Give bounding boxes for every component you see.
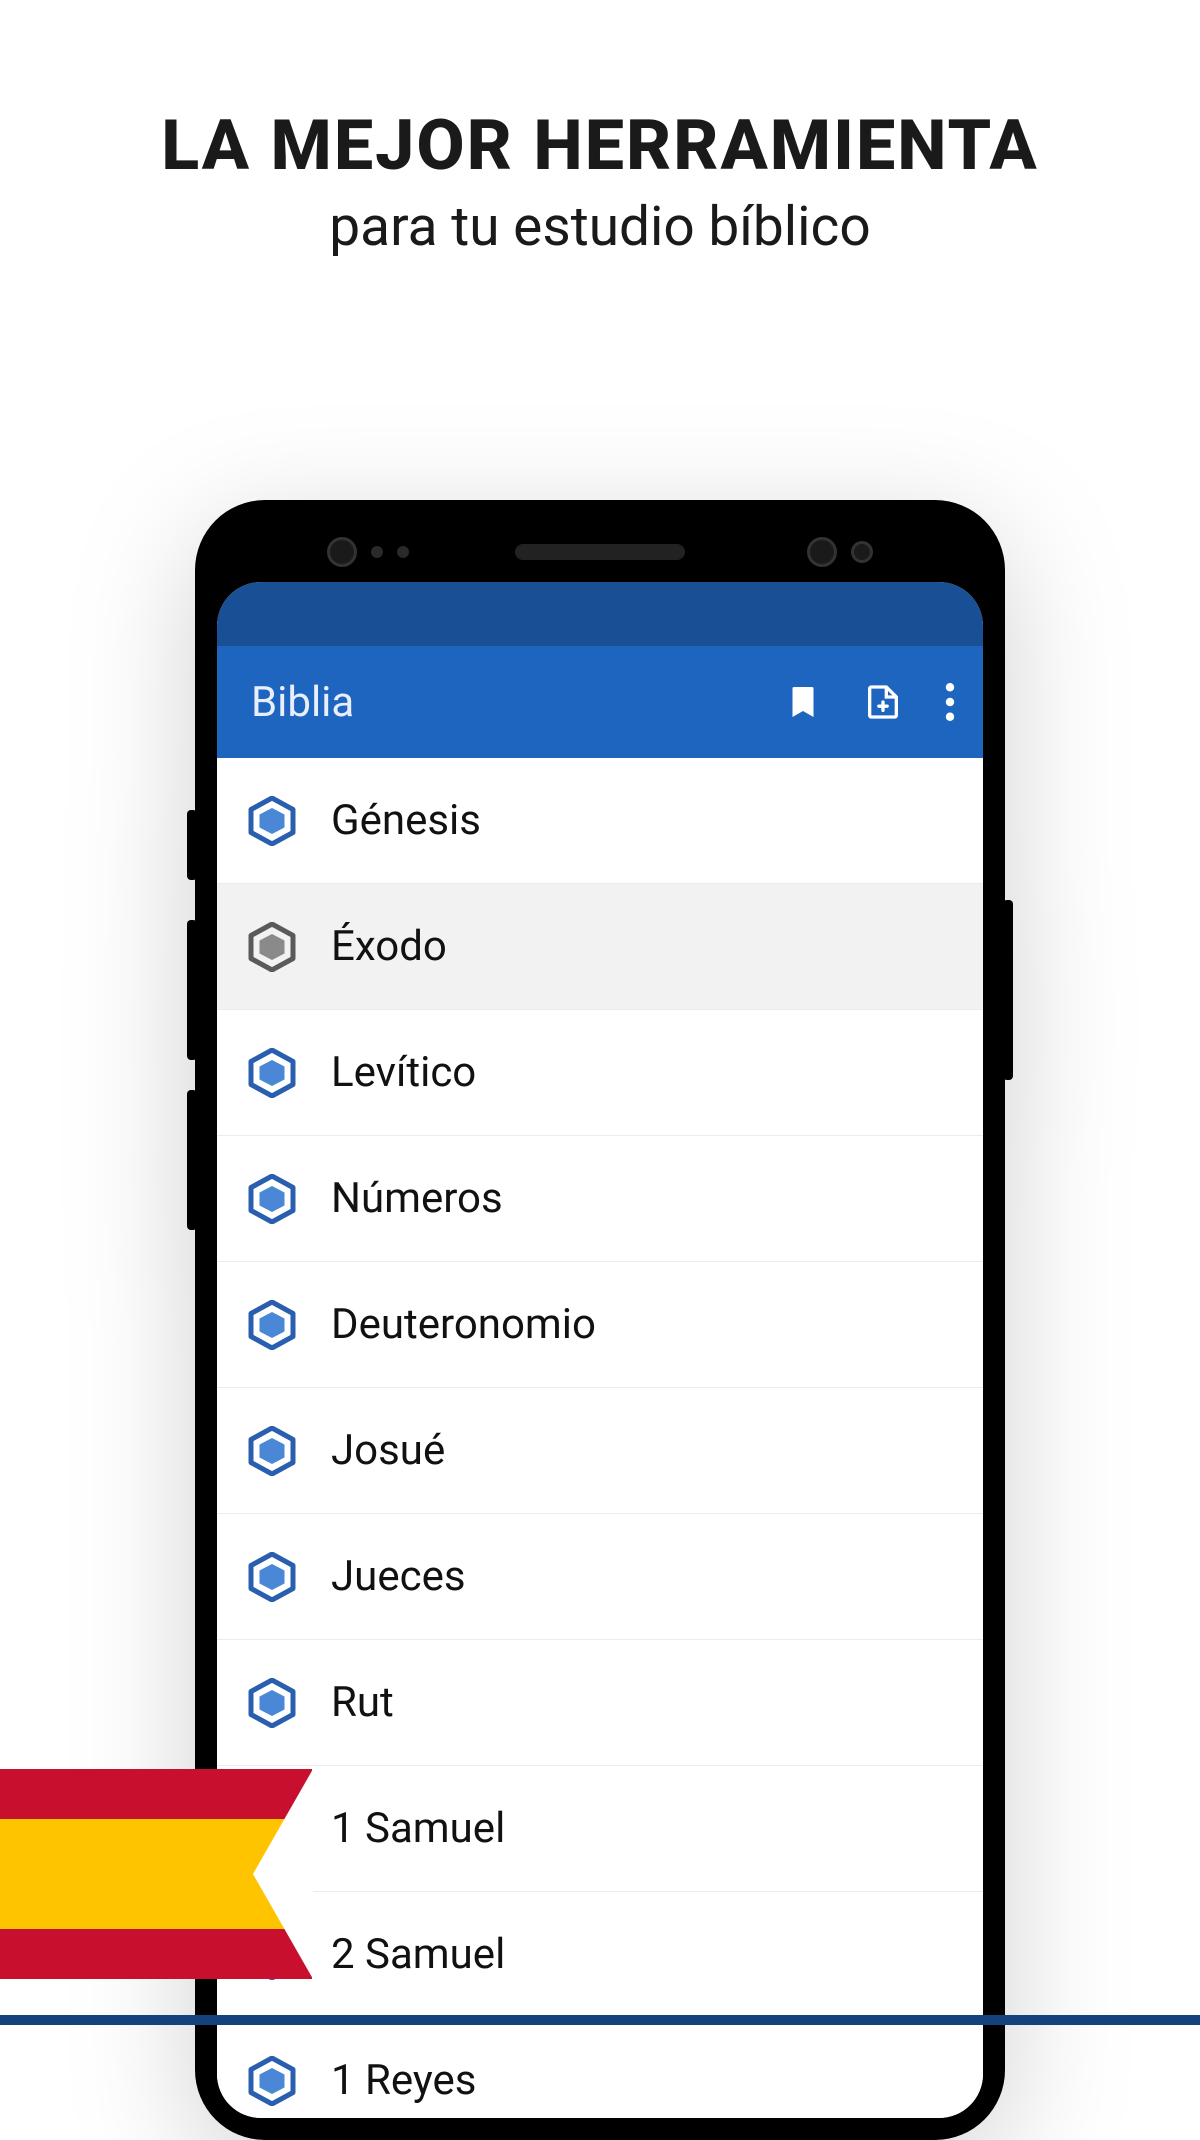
book-label: 2 Samuel bbox=[331, 1930, 505, 1979]
android-status-bar bbox=[217, 582, 983, 646]
list-item[interactable]: Génesis bbox=[217, 758, 983, 884]
hexagon-icon bbox=[247, 1552, 297, 1602]
book-label: Génesis bbox=[331, 796, 481, 845]
list-item[interactable]: 1 Samuel bbox=[217, 1766, 983, 1892]
list-item[interactable]: 1 Reyes bbox=[217, 2018, 983, 2118]
book-label: Josué bbox=[331, 1426, 445, 1475]
list-item[interactable]: 2 Samuel bbox=[217, 1892, 983, 2018]
headline-subtitle: para tu estudio bíblico bbox=[0, 195, 1200, 259]
book-label: Jueces bbox=[331, 1552, 466, 1601]
phone-mockup: Biblia Génesis Éxodo Levít bbox=[195, 500, 1005, 2140]
book-label: Levítico bbox=[331, 1048, 476, 1097]
book-label: Deuteronomio bbox=[331, 1300, 596, 1349]
list-item[interactable]: Deuteronomio bbox=[217, 1262, 983, 1388]
app-bar: Biblia bbox=[217, 646, 983, 758]
list-item[interactable]: Rut bbox=[217, 1640, 983, 1766]
promo-headline: LA MEJOR HERRAMIENTA para tu estudio bíb… bbox=[0, 105, 1200, 259]
book-label: Números bbox=[331, 1174, 503, 1223]
list-item[interactable]: Josué bbox=[217, 1388, 983, 1514]
phone-side-button bbox=[187, 920, 197, 1060]
hexagon-icon bbox=[247, 796, 297, 846]
list-item[interactable]: Éxodo bbox=[217, 884, 983, 1010]
book-label: Éxodo bbox=[331, 922, 447, 971]
phone-screen: Biblia Génesis Éxodo Levít bbox=[217, 582, 983, 2118]
phone-frame: Biblia Génesis Éxodo Levít bbox=[195, 500, 1005, 2140]
book-label: 1 Samuel bbox=[331, 1804, 505, 1853]
list-item[interactable]: Levítico bbox=[217, 1010, 983, 1136]
list-item[interactable]: Números bbox=[217, 1136, 983, 1262]
book-label: Rut bbox=[331, 1678, 394, 1727]
phone-side-button bbox=[187, 1090, 197, 1230]
hexagon-icon bbox=[247, 1678, 297, 1728]
hexagon-icon bbox=[247, 1300, 297, 1350]
book-list[interactable]: Génesis Éxodo Levítico Números Deuterono… bbox=[217, 758, 983, 2118]
hexagon-icon bbox=[247, 2056, 297, 2106]
add-note-icon[interactable] bbox=[863, 682, 903, 722]
phone-side-button bbox=[1003, 900, 1013, 1080]
footer-accent-bar bbox=[0, 2015, 1200, 2025]
app-bar-title: Biblia bbox=[251, 678, 785, 727]
hexagon-icon bbox=[247, 1174, 297, 1224]
hexagon-icon bbox=[247, 922, 297, 972]
more-vertical-icon[interactable] bbox=[945, 683, 955, 721]
hexagon-icon bbox=[247, 1426, 297, 1476]
list-item[interactable]: Jueces bbox=[217, 1514, 983, 1640]
headline-title: LA MEJOR HERRAMIENTA bbox=[0, 105, 1200, 187]
spain-flag-ribbon bbox=[0, 1769, 312, 1979]
phone-notch bbox=[217, 522, 983, 582]
phone-side-button bbox=[187, 810, 197, 880]
bookmark-icon[interactable] bbox=[785, 684, 821, 720]
hexagon-icon bbox=[247, 1048, 297, 1098]
book-label: 1 Reyes bbox=[331, 2056, 476, 2105]
